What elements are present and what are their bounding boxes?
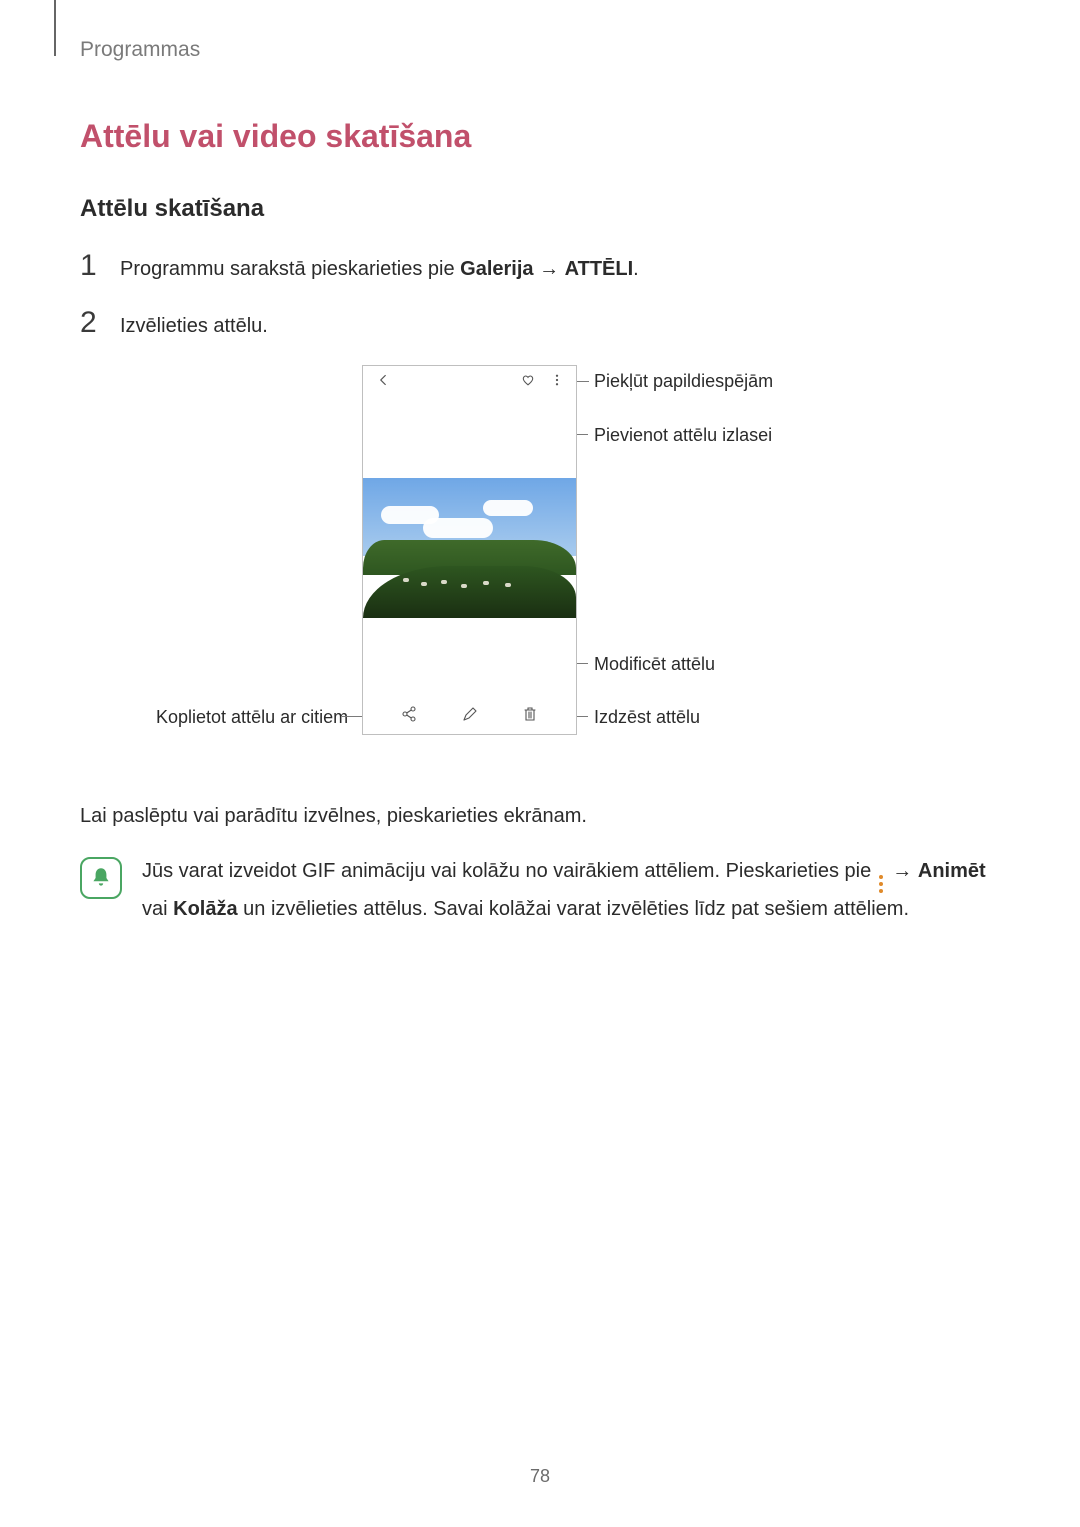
more-inline-icon — [879, 875, 885, 893]
step-body: Programmu sarakstā pieskarieties pie Gal… — [120, 254, 639, 284]
step-text: . — [633, 258, 639, 280]
step-2: 2 Izvēlieties attēlu. — [80, 308, 1000, 341]
share-icon[interactable] — [401, 706, 417, 722]
photo-preview[interactable] — [363, 478, 576, 618]
more-icon[interactable] — [550, 370, 564, 390]
callout-delete-label: Izdzēst attēlu — [594, 707, 700, 728]
step-text: Programmu sarakstā pieskarieties pie — [120, 258, 460, 280]
note-bold: Kolāža — [173, 898, 237, 920]
step-number: 1 — [80, 251, 102, 281]
arrow-text: → — [887, 860, 918, 882]
step-number: 2 — [80, 308, 102, 338]
note-span: un izvēlieties attēlus. Savai kolāžai va… — [238, 898, 909, 920]
back-icon[interactable] — [375, 372, 391, 388]
step-bold: ATTĒLI — [565, 258, 634, 280]
callout-share-label: Koplietot attēlu ar citiem — [156, 707, 348, 728]
figure: Koplietot attēlu ar citiem Piekļūt papil… — [80, 365, 1000, 795]
note-bold: Animēt — [918, 860, 986, 882]
subsection-title: Attēlu skatīšana — [80, 195, 1000, 223]
note-span: vai — [142, 898, 173, 920]
delete-icon[interactable] — [523, 706, 537, 722]
step-1: 1 Programmu sarakstā pieskarieties pie G… — [80, 251, 1000, 284]
callout-more-label: Piekļūt papildiespējām — [594, 371, 773, 392]
arrow-text: → — [534, 258, 565, 280]
page-title: Attēlu vai video skatīšana — [80, 118, 1000, 155]
favorite-icon[interactable] — [520, 372, 536, 388]
note-block: Jūs varat izveidot GIF animāciju vai kol… — [80, 855, 1000, 925]
step-bold: Galerija — [460, 258, 533, 280]
section-header: Programmas — [80, 38, 1000, 62]
step-body: Izvēlieties attēlu. — [120, 311, 268, 341]
page-number: 78 — [0, 1466, 1080, 1487]
note-span: Jūs varat izveidot GIF animāciju vai kol… — [142, 860, 877, 882]
note-text: Jūs varat izveidot GIF animāciju vai kol… — [142, 855, 1000, 925]
edit-icon[interactable] — [462, 706, 478, 722]
phone-mock — [362, 365, 577, 735]
callout-edit-label: Modificēt attēlu — [594, 654, 715, 675]
callout-heart-label: Pievienot attēlu izlasei — [594, 425, 772, 446]
note-bell-icon — [80, 857, 122, 899]
paragraph: Lai paslēptu vai parādītu izvēlnes, pies… — [80, 801, 1000, 831]
